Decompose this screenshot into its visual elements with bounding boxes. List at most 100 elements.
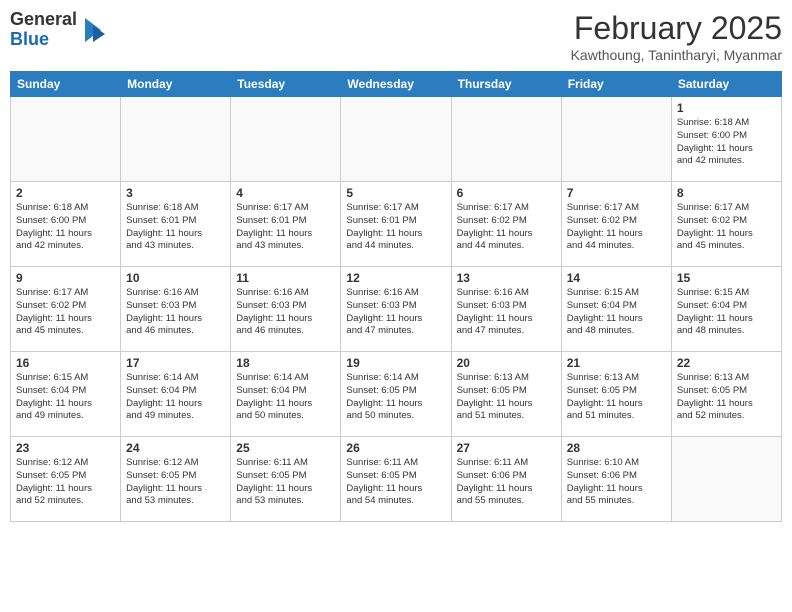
day-info: Sunrise: 6:11 AM Sunset: 6:05 PM Dayligh… xyxy=(346,457,445,508)
weekday-header-saturday: Saturday xyxy=(671,72,781,97)
calendar-cell xyxy=(671,437,781,522)
calendar-week-row: 2 Sunrise: 6:18 AM Sunset: 6:00 PM Daylig… xyxy=(11,182,782,267)
day-number: 27 xyxy=(457,441,556,455)
day-number: 25 xyxy=(236,441,335,455)
day-number: 17 xyxy=(126,356,225,370)
day-info: Sunrise: 6:17 AM Sunset: 6:02 PM Dayligh… xyxy=(457,202,556,253)
day-info: Sunrise: 6:17 AM Sunset: 6:01 PM Dayligh… xyxy=(236,202,335,253)
logo-general-text: General xyxy=(10,10,77,30)
day-info: Sunrise: 6:15 AM Sunset: 6:04 PM Dayligh… xyxy=(16,372,115,423)
calendar-cell: 11 Sunrise: 6:16 AM Sunset: 6:03 PM Dayli… xyxy=(231,267,341,352)
day-number: 24 xyxy=(126,441,225,455)
day-info: Sunrise: 6:15 AM Sunset: 6:04 PM Dayligh… xyxy=(677,287,776,338)
weekday-header-tuesday: Tuesday xyxy=(231,72,341,97)
day-number: 4 xyxy=(236,186,335,200)
day-info: Sunrise: 6:18 AM Sunset: 6:00 PM Dayligh… xyxy=(16,202,115,253)
day-info: Sunrise: 6:16 AM Sunset: 6:03 PM Dayligh… xyxy=(236,287,335,338)
day-number: 21 xyxy=(567,356,666,370)
day-number: 8 xyxy=(677,186,776,200)
calendar-cell: 25 Sunrise: 6:11 AM Sunset: 6:05 PM Dayli… xyxy=(231,437,341,522)
page-header: General Blue February 2025 Kawthoung, Ta… xyxy=(10,10,782,63)
logo: General Blue xyxy=(10,10,109,50)
calendar-cell: 5 Sunrise: 6:17 AM Sunset: 6:01 PM Daylig… xyxy=(341,182,451,267)
day-number: 10 xyxy=(126,271,225,285)
weekday-header-sunday: Sunday xyxy=(11,72,121,97)
day-number: 11 xyxy=(236,271,335,285)
calendar-cell: 23Sunrise: 6:12 AM Sunset: 6:05 PM Dayli… xyxy=(11,437,121,522)
day-info: Sunrise: 6:16 AM Sunset: 6:03 PM Dayligh… xyxy=(346,287,445,338)
weekday-header-thursday: Thursday xyxy=(451,72,561,97)
day-info: Sunrise: 6:17 AM Sunset: 6:01 PM Dayligh… xyxy=(346,202,445,253)
day-info: Sunrise: 6:10 AM Sunset: 6:06 PM Dayligh… xyxy=(567,457,666,508)
day-info: Sunrise: 6:17 AM Sunset: 6:02 PM Dayligh… xyxy=(567,202,666,253)
calendar-cell: 7Sunrise: 6:17 AM Sunset: 6:02 PM Daylig… xyxy=(561,182,671,267)
day-info: Sunrise: 6:17 AM Sunset: 6:02 PM Dayligh… xyxy=(16,287,115,338)
day-info: Sunrise: 6:16 AM Sunset: 6:03 PM Dayligh… xyxy=(126,287,225,338)
calendar-week-row: 16 Sunrise: 6:15 AM Sunset: 6:04 PM Dayli… xyxy=(11,352,782,437)
day-info: Sunrise: 6:14 AM Sunset: 6:04 PM Dayligh… xyxy=(126,372,225,423)
calendar-week-row: 23Sunrise: 6:12 AM Sunset: 6:05 PM Dayli… xyxy=(11,437,782,522)
calendar-cell xyxy=(451,97,561,182)
day-info: Sunrise: 6:13 AM Sunset: 6:05 PM Dayligh… xyxy=(677,372,776,423)
title-block: February 2025 Kawthoung, Tanintharyi, My… xyxy=(571,10,782,63)
calendar-cell: 18Sunrise: 6:14 AM Sunset: 6:04 PM Dayli… xyxy=(231,352,341,437)
day-info: Sunrise: 6:12 AM Sunset: 6:05 PM Dayligh… xyxy=(16,457,115,508)
day-number: 15 xyxy=(677,271,776,285)
calendar-week-row: 9 Sunrise: 6:17 AM Sunset: 6:02 PM Daylig… xyxy=(11,267,782,352)
calendar-table: SundayMondayTuesdayWednesdayThursdayFrid… xyxy=(10,71,782,522)
weekday-header-friday: Friday xyxy=(561,72,671,97)
calendar-cell: 17 Sunrise: 6:14 AM Sunset: 6:04 PM Dayli… xyxy=(121,352,231,437)
calendar-cell: 19 Sunrise: 6:14 AM Sunset: 6:05 PM Dayli… xyxy=(341,352,451,437)
day-number: 13 xyxy=(457,271,556,285)
calendar-cell xyxy=(561,97,671,182)
logo-icon xyxy=(77,14,109,46)
day-info: Sunrise: 6:15 AM Sunset: 6:04 PM Dayligh… xyxy=(567,287,666,338)
calendar-cell xyxy=(231,97,341,182)
calendar-cell: 21 Sunrise: 6:13 AM Sunset: 6:05 PM Dayli… xyxy=(561,352,671,437)
day-number: 26 xyxy=(346,441,445,455)
day-info: Sunrise: 6:12 AM Sunset: 6:05 PM Dayligh… xyxy=(126,457,225,508)
calendar-cell: 3 Sunrise: 6:18 AM Sunset: 6:01 PM Daylig… xyxy=(121,182,231,267)
day-info: Sunrise: 6:13 AM Sunset: 6:05 PM Dayligh… xyxy=(457,372,556,423)
day-number: 18 xyxy=(236,356,335,370)
day-number: 6 xyxy=(457,186,556,200)
calendar-cell: 14 Sunrise: 6:15 AM Sunset: 6:04 PM Dayli… xyxy=(561,267,671,352)
day-number: 3 xyxy=(126,186,225,200)
day-info: Sunrise: 6:14 AM Sunset: 6:05 PM Dayligh… xyxy=(346,372,445,423)
day-number: 19 xyxy=(346,356,445,370)
calendar-cell: 8Sunrise: 6:17 AM Sunset: 6:02 PM Daylig… xyxy=(671,182,781,267)
day-number: 14 xyxy=(567,271,666,285)
location-subtitle: Kawthoung, Tanintharyi, Myanmar xyxy=(571,47,782,63)
day-info: Sunrise: 6:11 AM Sunset: 6:06 PM Dayligh… xyxy=(457,457,556,508)
calendar-cell: 9 Sunrise: 6:17 AM Sunset: 6:02 PM Daylig… xyxy=(11,267,121,352)
day-number: 28 xyxy=(567,441,666,455)
calendar-cell: 6 Sunrise: 6:17 AM Sunset: 6:02 PM Daylig… xyxy=(451,182,561,267)
calendar-cell: 20 Sunrise: 6:13 AM Sunset: 6:05 PM Dayli… xyxy=(451,352,561,437)
calendar-cell: 13 Sunrise: 6:16 AM Sunset: 6:03 PM Dayli… xyxy=(451,267,561,352)
calendar-cell: 10 Sunrise: 6:16 AM Sunset: 6:03 PM Dayli… xyxy=(121,267,231,352)
day-number: 22 xyxy=(677,356,776,370)
day-number: 20 xyxy=(457,356,556,370)
day-number: 16 xyxy=(16,356,115,370)
month-title: February 2025 xyxy=(571,10,782,47)
weekday-header-monday: Monday xyxy=(121,72,231,97)
calendar-cell: 22 Sunrise: 6:13 AM Sunset: 6:05 PM Dayli… xyxy=(671,352,781,437)
weekday-header-wednesday: Wednesday xyxy=(341,72,451,97)
day-info: Sunrise: 6:13 AM Sunset: 6:05 PM Dayligh… xyxy=(567,372,666,423)
calendar-cell: 24 Sunrise: 6:12 AM Sunset: 6:05 PM Dayli… xyxy=(121,437,231,522)
day-info: Sunrise: 6:18 AM Sunset: 6:01 PM Dayligh… xyxy=(126,202,225,253)
calendar-cell: 12 Sunrise: 6:16 AM Sunset: 6:03 PM Dayli… xyxy=(341,267,451,352)
day-info: Sunrise: 6:16 AM Sunset: 6:03 PM Dayligh… xyxy=(457,287,556,338)
calendar-week-row: 1Sunrise: 6:18 AM Sunset: 6:00 PM Daylig… xyxy=(11,97,782,182)
logo-blue-text: Blue xyxy=(10,30,77,50)
calendar-cell xyxy=(341,97,451,182)
day-number: 12 xyxy=(346,271,445,285)
day-number: 9 xyxy=(16,271,115,285)
calendar-cell: 28 Sunrise: 6:10 AM Sunset: 6:06 PM Dayli… xyxy=(561,437,671,522)
calendar-cell xyxy=(11,97,121,182)
day-number: 5 xyxy=(346,186,445,200)
weekday-header-row: SundayMondayTuesdayWednesdayThursdayFrid… xyxy=(11,72,782,97)
calendar-cell: 15 Sunrise: 6:15 AM Sunset: 6:04 PM Dayli… xyxy=(671,267,781,352)
day-info: Sunrise: 6:11 AM Sunset: 6:05 PM Dayligh… xyxy=(236,457,335,508)
day-number: 2 xyxy=(16,186,115,200)
